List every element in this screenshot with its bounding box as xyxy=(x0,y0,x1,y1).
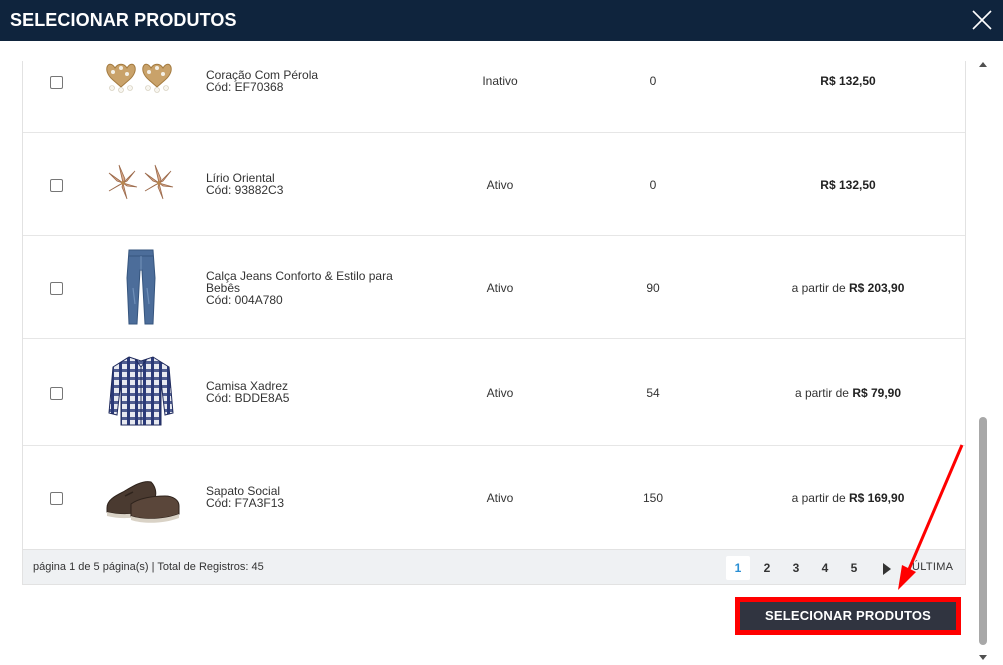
modal-body: Coração Com Pérola Cód: EF70368 Inativo … xyxy=(0,41,1003,665)
product-price: a partir de R$ 79,90 xyxy=(733,386,963,400)
page-3-button[interactable]: 3 xyxy=(784,556,808,580)
table-row: Calça Jeans Conforto & Estilo para Bebês… xyxy=(23,236,965,339)
row-checkbox[interactable] xyxy=(50,179,63,192)
product-status: Ativo xyxy=(486,491,514,505)
scroll-up-icon[interactable] xyxy=(979,61,987,69)
close-button[interactable] xyxy=(971,9,993,31)
product-price: R$ 132,50 xyxy=(733,74,963,88)
product-stock: 0 xyxy=(649,178,657,192)
page-5-button[interactable]: 5 xyxy=(842,556,866,580)
next-page-button[interactable] xyxy=(882,562,892,575)
pagination-bar: página 1 de 5 página(s) | Total de Regis… xyxy=(22,549,966,585)
product-image xyxy=(103,248,179,328)
products-table: Coração Com Pérola Cód: EF70368 Inativo … xyxy=(22,61,966,585)
product-status: Ativo xyxy=(486,386,514,400)
product-image xyxy=(103,58,179,118)
product-image xyxy=(103,147,179,223)
row-checkbox[interactable] xyxy=(50,492,63,505)
product-name: Calça Jeans Conforto & Estilo para Bebês xyxy=(206,269,393,295)
price-value: R$ 203,90 xyxy=(848,281,905,295)
earrings-lily-image xyxy=(108,164,174,200)
modal-title: SELECIONAR PRODUTOS xyxy=(10,10,237,30)
price-prefix: a partir de xyxy=(791,491,849,505)
last-page-button[interactable]: ÚLTIMA xyxy=(912,561,953,573)
page-1-button[interactable]: 1 xyxy=(726,556,750,580)
product-code: Cód: BDDE8A5 xyxy=(206,391,290,405)
table-row: Lírio Oriental Cód: 93882C3 Ativo 0 R$ 1… xyxy=(23,133,965,236)
product-image xyxy=(103,353,179,429)
table-row: Coração Com Pérola Cód: EF70368 Inativo … xyxy=(23,61,965,133)
submit-highlight: SELECIONAR PRODUTOS xyxy=(735,597,961,635)
page-2-button[interactable]: 2 xyxy=(755,556,779,580)
row-checkbox[interactable] xyxy=(50,387,63,400)
scroll-down-icon[interactable] xyxy=(979,653,987,661)
product-image xyxy=(103,462,180,532)
price-value: R$ 79,90 xyxy=(852,386,902,400)
product-code: Cód: F7A3F13 xyxy=(206,496,285,510)
price-prefix: a partir de xyxy=(794,386,853,400)
close-icon xyxy=(972,10,992,30)
product-price: a partir de R$ 169,90 xyxy=(733,491,963,505)
product-stock: 90 xyxy=(646,281,660,295)
page-4-button[interactable]: 4 xyxy=(813,556,837,580)
product-status: Ativo xyxy=(486,281,514,295)
scrollbar[interactable] xyxy=(977,61,989,663)
plaid-shirt-image xyxy=(108,356,174,426)
dress-shoes-image xyxy=(106,481,180,523)
product-status: Inativo xyxy=(482,74,518,88)
earrings-heart-pearl-image xyxy=(106,63,172,93)
modal-header: SELECIONAR PRODUTOS xyxy=(0,0,1003,41)
product-code: Cód: 93882C3 xyxy=(206,183,284,197)
product-code: Cód: 004A780 xyxy=(206,293,283,307)
pagination-info: página 1 de 5 página(s) | Total de Regis… xyxy=(33,561,264,573)
product-code: Cód: EF70368 xyxy=(206,80,284,94)
price-value: R$ 132,50 xyxy=(820,178,876,192)
price-value: R$ 169,90 xyxy=(848,491,905,505)
table-row: Sapato Social Cód: F7A3F13 Ativo 150 a p… xyxy=(23,446,965,549)
row-checkbox[interactable] xyxy=(50,282,63,295)
product-stock: 54 xyxy=(646,386,660,400)
product-stock: 150 xyxy=(642,491,664,505)
select-products-button[interactable]: SELECIONAR PRODUTOS xyxy=(740,602,956,630)
caret-right-icon xyxy=(883,563,891,575)
row-checkbox[interactable] xyxy=(50,76,63,89)
price-prefix: a partir de xyxy=(791,281,849,295)
jeans-image xyxy=(126,249,156,325)
scrollbar-thumb[interactable] xyxy=(979,417,987,645)
product-price: R$ 132,50 xyxy=(733,178,963,192)
product-price: a partir de R$ 203,90 xyxy=(733,281,963,295)
select-products-modal: SELECIONAR PRODUTOS Coração Com Pérola C… xyxy=(0,0,1003,665)
table-row: Camisa Xadrez Cód: BDDE8A5 Ativo 54 a pa… xyxy=(23,339,965,446)
product-status: Ativo xyxy=(486,178,514,192)
price-value: R$ 132,50 xyxy=(820,74,876,88)
product-stock: 0 xyxy=(649,74,657,88)
